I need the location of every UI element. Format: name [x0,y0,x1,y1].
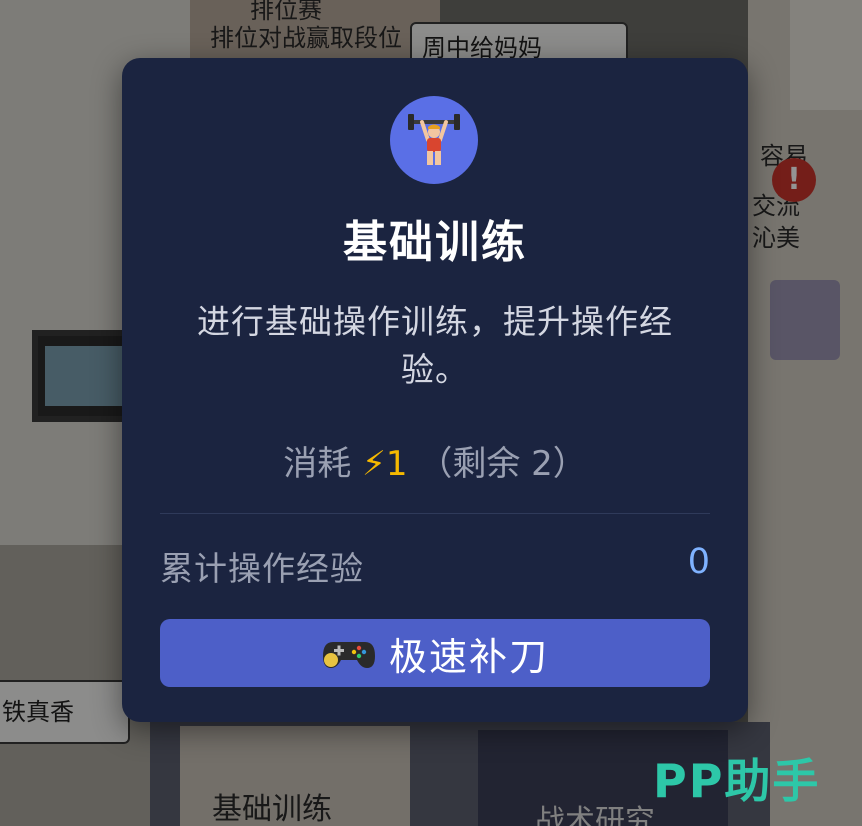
fast-last-hit-button[interactable]: 极速补刀 [160,619,710,687]
experience-value: 0 [687,542,710,582]
training-modal: 基础训练 进行基础操作训练，提升操作经验。 消耗 ⚡1 （剩余 2） 累计操作经… [122,58,748,722]
weightlifter-icon [408,114,460,165]
modal-title: 基础训练 [343,217,527,268]
action-label: 极速补刀 [388,634,549,679]
cost-label: 消耗 [283,444,352,484]
training-icon-badge [390,96,478,184]
experience-label: 累计操作经验 [160,549,364,588]
modal-description: 进行基础操作训练，提升操作经验。 [197,302,673,389]
remaining-count: （剩余 2） [418,444,587,484]
cost-value: 1 [385,444,408,484]
watermark-logo: PP助手 [653,754,821,808]
lightning-icon: ⚡ [362,444,386,484]
divider [160,513,710,514]
gamepad-icon [322,642,375,668]
energy-cost: 消耗 ⚡1 （剩余 2） [122,436,748,485]
